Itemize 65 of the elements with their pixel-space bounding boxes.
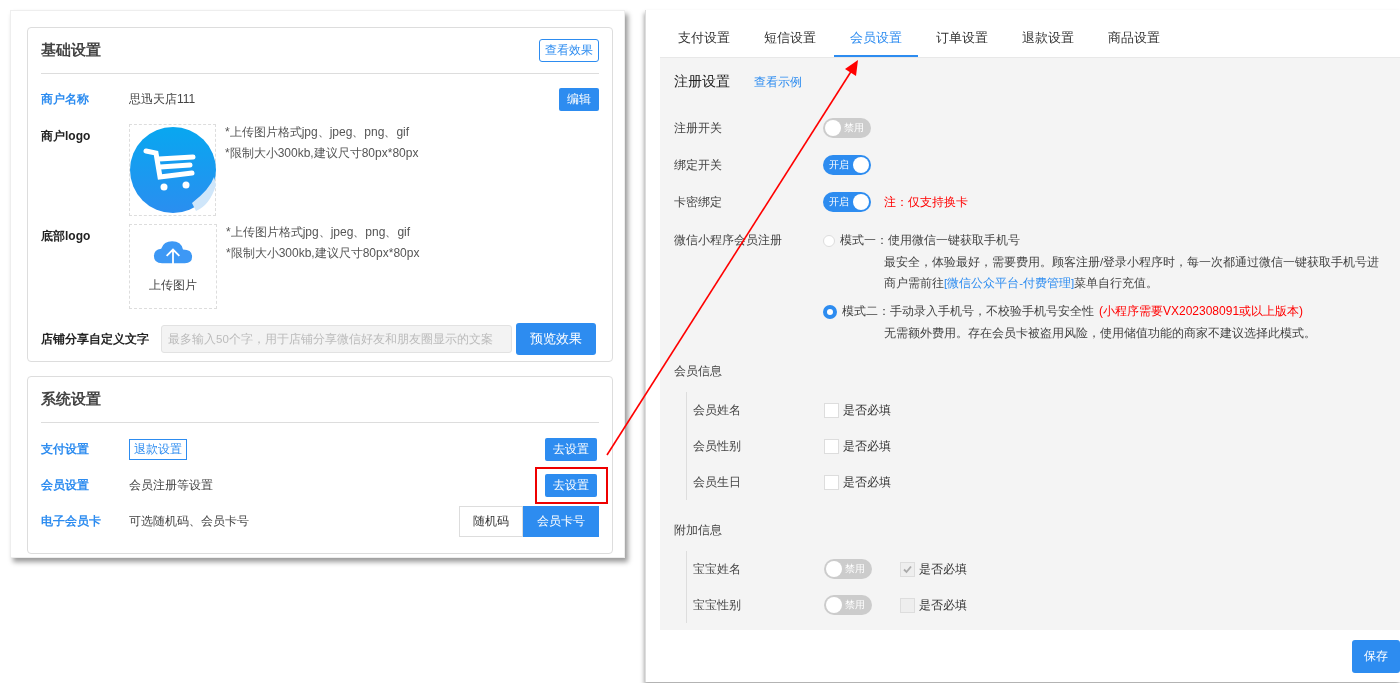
- setting-description: 可选随机码、会员卡号: [129, 512, 250, 530]
- save-button[interactable]: 保存: [1352, 639, 1400, 673]
- field-label: 会员生日: [693, 473, 742, 491]
- field-label: 卡密绑定: [674, 193, 723, 211]
- checkbox-label: 是否必填: [843, 401, 891, 419]
- radio-button[interactable]: [823, 304, 837, 319]
- upload-note: *上传图片格式jpg、jpeg、png、gif: [226, 224, 412, 241]
- upload-note: *限制大小300kb,建议尺寸80px*80px: [226, 245, 420, 262]
- version-warning: (小程序需要VX202308091或以上版本): [1099, 303, 1304, 320]
- setting-label: 会员设置: [41, 476, 90, 494]
- checkbox[interactable]: [824, 474, 839, 490]
- logo-upload-box[interactable]: [129, 124, 216, 216]
- checkbox-label: 是否必填: [919, 560, 967, 578]
- field-label: 宝宝性别: [693, 596, 742, 614]
- segment-option[interactable]: 随机码: [459, 505, 523, 537]
- refund-settings-link[interactable]: 退款设置: [129, 438, 187, 460]
- card-title: 基础设置: [41, 41, 101, 60]
- upload-note: *限制大小300kb,建议尺寸80px*80px: [225, 145, 419, 162]
- field-label: 注册开关: [674, 119, 723, 137]
- settings-tab[interactable]: 商品设置: [1092, 30, 1176, 57]
- toggle-switch[interactable]: 开启: [823, 155, 871, 175]
- field-label: 宝宝姓名: [693, 560, 742, 578]
- field-label: 会员性别: [693, 437, 742, 455]
- checkbox-label: 是否必填: [843, 437, 891, 455]
- option-label[interactable]: 模式二：手动录入手机号，不校验手机号安全性: [842, 303, 1094, 320]
- checkbox[interactable]: [824, 402, 839, 418]
- edit-button[interactable]: 编辑: [559, 87, 599, 111]
- checkbox-label: 是否必填: [919, 596, 967, 614]
- option-description: 无需额外费用。存在会员卡被盗用风险，使用储值功能的商家不建议选择此模式。: [884, 326, 1317, 341]
- setting-description: 会员注册等设置: [129, 476, 214, 494]
- preview-button[interactable]: 预览效果: [516, 323, 596, 355]
- field-label: 绑定开关: [674, 156, 723, 174]
- setting-label: 支付设置: [41, 440, 90, 458]
- segment-option[interactable]: 会员卡号: [523, 505, 599, 537]
- view-effect-button[interactable]: 查看效果: [539, 39, 599, 62]
- description-text: 商户需前往: [884, 277, 944, 289]
- go-settings-button[interactable]: 去设置: [545, 437, 597, 461]
- checkbox-label: 是否必填: [843, 473, 891, 491]
- group-title: 附加信息: [674, 522, 723, 539]
- field-label: 商户logo: [41, 128, 92, 145]
- field-label: 底部logo: [41, 228, 92, 245]
- field-label: 商户名称: [41, 90, 90, 108]
- settings-tab[interactable]: 订单设置: [920, 30, 1004, 57]
- cart-logo-icon: [129, 125, 216, 215]
- group-title: 会员信息: [674, 363, 723, 380]
- image-upload-box[interactable]: 上传图片: [129, 224, 217, 309]
- field-label: 店铺分享自定义文字: [41, 330, 149, 348]
- settings-tab[interactable]: 支付设置: [662, 30, 746, 57]
- toggle-switch[interactable]: 开启: [823, 192, 871, 212]
- field-label: 会员姓名: [693, 401, 742, 419]
- checkbox[interactable]: [824, 438, 839, 454]
- go-settings-button[interactable]: 去设置: [545, 473, 597, 497]
- upload-note: *上传图片格式jpg、jpeg、png、gif: [225, 124, 411, 141]
- description-text: 菜单自行充值。: [1074, 277, 1159, 289]
- setting-label: 电子会员卡: [41, 512, 102, 530]
- merchant-name: 思迅天店111: [129, 90, 197, 108]
- view-example-link[interactable]: 查看示例: [754, 73, 802, 91]
- settings-tab[interactable]: 短信设置: [748, 30, 832, 57]
- card-title: 系统设置: [41, 390, 101, 409]
- option-label[interactable]: 模式一：使用微信一键获取手机号: [840, 232, 1020, 249]
- section-title: 注册设置: [674, 73, 730, 91]
- settings-tab[interactable]: 退款设置: [1006, 30, 1090, 57]
- platform-link[interactable]: [微信公众平台-付费管理]: [944, 277, 1075, 289]
- option-description: 最安全，体验最好，需要费用。顾客注册/登录小程序时，每一次都通过微信一键获取手机号进: [884, 255, 1380, 270]
- switch-note: 注：仅支持换卡: [884, 193, 968, 211]
